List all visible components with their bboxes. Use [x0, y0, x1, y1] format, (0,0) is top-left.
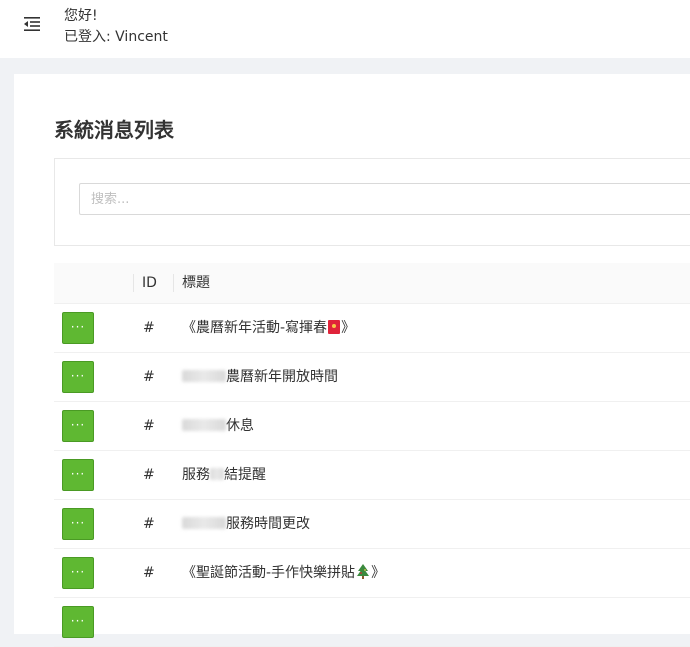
row-id: # [143, 418, 155, 434]
table-row: ··· # 服務 結提醒 [54, 451, 690, 500]
redacted-text [182, 370, 226, 382]
row-actions-button[interactable]: ··· [62, 312, 94, 344]
row-actions-button[interactable]: ··· [62, 410, 94, 442]
table-row: ··· # 農曆新年開放時間 [54, 353, 690, 402]
row-title-text: 》 [371, 565, 386, 581]
main-content: 系統消息列表 ID 標題 ··· # 《農曆新年活動-寫揮春》 ··· # 農曆… [14, 74, 690, 647]
search-input[interactable] [79, 183, 690, 215]
menu-fold-icon[interactable] [22, 14, 42, 34]
row-title-text: 服務 [182, 467, 210, 483]
user-greeting: 您好! 已登入: Vincent [64, 6, 168, 48]
row-title-text: 》 [341, 320, 356, 336]
redacted-text [210, 468, 224, 480]
table-row: ··· # 休息 [54, 402, 690, 451]
table-row: ··· # 《聖誕節活動-手作快樂拼貼》 [54, 549, 690, 598]
row-actions-button[interactable]: ··· [62, 508, 94, 540]
row-title-text: 服務時間更改 [226, 516, 310, 532]
redacted-text [182, 517, 226, 529]
column-divider [133, 274, 134, 292]
column-header-id: ID [142, 275, 157, 291]
row-title[interactable]: 休息 [182, 416, 254, 436]
row-title[interactable]: 服務時間更改 [182, 514, 310, 534]
row-title-text: 農曆新年開放時間 [226, 369, 338, 385]
message-table: ID 標題 ··· # 《農曆新年活動-寫揮春》 ··· # 農曆新年開放時間 … [54, 263, 690, 647]
row-id: # [143, 467, 155, 483]
top-bar: 您好! 已登入: Vincent [0, 0, 690, 58]
table-row: ··· [54, 598, 690, 647]
row-title-text: 休息 [226, 418, 254, 434]
row-actions-button[interactable]: ··· [62, 459, 94, 491]
table-row: ··· # 服務時間更改 [54, 500, 690, 549]
row-actions-button[interactable]: ··· [62, 361, 94, 393]
column-divider [173, 274, 174, 292]
table-row: ··· # 《農曆新年活動-寫揮春》 [54, 304, 690, 353]
row-title[interactable]: 《農曆新年活動-寫揮春》 [182, 318, 355, 338]
search-card [54, 158, 690, 246]
row-title-text: 《聖誕節活動-手作快樂拼貼 [182, 565, 356, 581]
row-id: # [143, 516, 155, 532]
red-envelope-icon [328, 320, 341, 334]
row-title[interactable]: 服務 結提醒 [182, 465, 266, 485]
page-title: 系統消息列表 [54, 118, 174, 142]
redacted-text [182, 419, 226, 431]
greeting-text: 您好! [64, 8, 98, 24]
row-actions-button[interactable]: ··· [62, 557, 94, 589]
column-header-title: 標題 [182, 275, 210, 291]
row-title-text: 結提醒 [224, 467, 266, 483]
row-id: # [143, 565, 155, 581]
row-title[interactable]: 農曆新年開放時間 [182, 367, 338, 387]
row-id: # [143, 369, 155, 385]
row-title[interactable]: 《聖誕節活動-手作快樂拼貼》 [182, 563, 385, 583]
row-id: # [143, 320, 155, 336]
christmas-tree-icon [357, 564, 370, 579]
row-title-text: 《農曆新年活動-寫揮春 [182, 320, 328, 336]
table-header: ID 標題 [54, 263, 690, 304]
logged-in-user: 已登入: Vincent [64, 29, 168, 45]
